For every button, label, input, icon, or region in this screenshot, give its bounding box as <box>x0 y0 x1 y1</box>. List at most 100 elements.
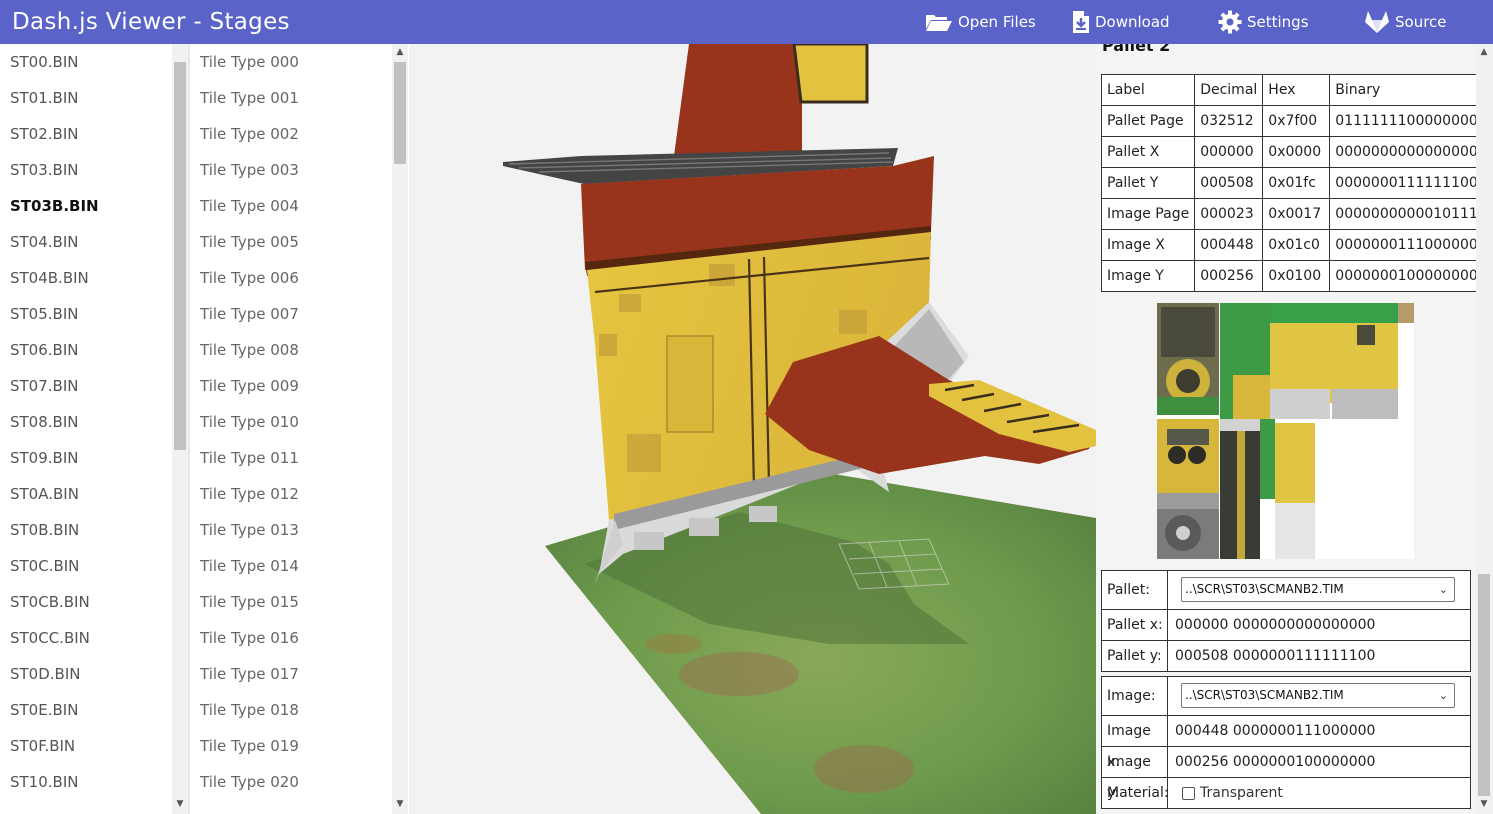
table-cell: 0x01fc <box>1262 167 1331 199</box>
file-list-item[interactable]: ST09.BIN <box>10 440 78 476</box>
transparent-checkbox[interactable] <box>1182 787 1195 800</box>
tile-type-item[interactable]: Tile Type 002 <box>200 116 299 152</box>
column-header: Decimal <box>1194 74 1264 106</box>
table-cell: 032512 <box>1194 105 1264 137</box>
tile-type-item[interactable]: Tile Type 014 <box>200 548 299 584</box>
panel-scroll-thumb[interactable] <box>1478 574 1490 796</box>
tile-list-scroll-thumb[interactable] <box>394 62 406 164</box>
file-list-item[interactable]: ST01.BIN <box>10 80 78 116</box>
image-form: Image: ..\SCR\ST03\SCMANB2.TIM ⌄ Image x… <box>1101 676 1471 809</box>
3d-viewport[interactable] <box>409 44 1096 814</box>
table-cell: 000000 <box>1194 136 1264 168</box>
file-list-item[interactable]: ST02.BIN <box>10 116 78 152</box>
pallet-x-value: 000000 0000000000000000 <box>1175 617 1376 633</box>
file-list-item[interactable]: ST0C.BIN <box>10 548 79 584</box>
file-list-item[interactable]: ST08.BIN <box>10 404 78 440</box>
scroll-down-arrow-icon[interactable]: ▼ <box>172 796 188 812</box>
image-file-select[interactable]: ..\SCR\ST03\SCMANB2.TIM ⌄ <box>1181 683 1455 708</box>
pallet-file-select[interactable]: ..\SCR\ST03\SCMANB2.TIM ⌄ <box>1181 577 1455 602</box>
open-files-button[interactable]: Open Files <box>925 0 1036 44</box>
tile-type-item[interactable]: Tile Type 019 <box>200 728 299 764</box>
table-row: Image X 000448 0x01c0 0000000111000000 <box>1100 229 1484 261</box>
gitlab-fox-icon <box>1365 11 1389 33</box>
pallet-select-row: Pallet: ..\SCR\ST03\SCMANB2.TIM ⌄ <box>1102 571 1470 609</box>
table-cell: 000256 <box>1194 260 1264 292</box>
tile-list-scrollbar[interactable]: ▲ ▼ <box>392 44 408 814</box>
tile-type-item[interactable]: Tile Type 001 <box>200 80 299 116</box>
table-cell: 0x0000 <box>1262 136 1331 168</box>
column-header: Label <box>1100 74 1196 106</box>
table-cell: 0x01c0 <box>1262 229 1331 261</box>
column-header: Hex <box>1262 74 1331 106</box>
file-list-scrollbar[interactable]: ▼ <box>172 44 188 814</box>
table-cell: Image X <box>1100 229 1196 261</box>
scroll-down-arrow-icon[interactable]: ▼ <box>392 796 408 812</box>
scroll-up-arrow-icon[interactable]: ▲ <box>1476 44 1492 60</box>
tile-type-item[interactable]: Tile Type 006 <box>200 260 299 296</box>
file-list-item[interactable]: ST0F.BIN <box>10 728 75 764</box>
tile-type-item[interactable]: Tile Type 005 <box>200 224 299 260</box>
scroll-up-arrow-icon[interactable]: ▲ <box>392 44 408 60</box>
tile-type-item[interactable]: Tile Type 015 <box>200 584 299 620</box>
material-row: Material: Transparent <box>1102 777 1470 808</box>
tile-type-item[interactable]: Tile Type 007 <box>200 296 299 332</box>
table-cell: 0000000000000000 <box>1329 136 1484 168</box>
tile-type-item[interactable]: Tile Type 020 <box>200 764 299 800</box>
tile-type-item[interactable]: Tile Type 008 <box>200 332 299 368</box>
table-row: Image Page 000023 0x0017 0000000000010111 <box>1100 198 1484 230</box>
file-list-item[interactable]: ST05.BIN <box>10 296 78 332</box>
file-list-item[interactable]: ST00.BIN <box>10 44 78 80</box>
settings-label: Settings <box>1247 13 1309 31</box>
scroll-down-arrow-icon[interactable]: ▼ <box>1476 796 1492 812</box>
table-cell: Image Y <box>1100 260 1196 292</box>
pallet-y-row: Pallet y: 000508 0000000111111100 <box>1102 640 1470 671</box>
file-list-item[interactable]: ST03.BIN <box>10 152 78 188</box>
image-x-value: 000448 0000000111000000 <box>1175 723 1376 739</box>
tile-type-item[interactable]: Tile Type 018 <box>200 692 299 728</box>
file-list-item[interactable]: ST0CC.BIN <box>10 620 90 656</box>
image-x-label: Image x: <box>1102 716 1168 770</box>
tile-type-item[interactable]: Tile Type 016 <box>200 620 299 656</box>
tile-type-item[interactable]: Tile Type 004 <box>200 188 299 224</box>
download-label: Download <box>1095 13 1170 31</box>
tile-type-item[interactable]: Tile Type 009 <box>200 368 299 404</box>
table-header-row: Label Decimal Hex Binary <box>1100 74 1484 106</box>
pallet-select-label: Pallet: <box>1102 571 1168 609</box>
table-cell: Pallet Page <box>1100 105 1196 137</box>
tile-type-item[interactable]: Tile Type 010 <box>200 404 299 440</box>
file-list-item[interactable]: ST07.BIN <box>10 368 78 404</box>
download-button[interactable]: Download <box>1072 0 1170 44</box>
file-list-scroll-thumb[interactable] <box>174 62 186 450</box>
source-button[interactable]: Source <box>1364 0 1447 44</box>
table-cell: 0x0100 <box>1262 260 1331 292</box>
pallet-x-row: Pallet x: 000000 0000000000000000 <box>1102 609 1470 640</box>
image-file-value: ..\SCR\ST03\SCMANB2.TIM <box>1185 688 1344 702</box>
table-cell: Image Page <box>1100 198 1196 230</box>
file-list-item[interactable]: ST0A.BIN <box>10 476 79 512</box>
tile-type-item[interactable]: Tile Type 013 <box>200 512 299 548</box>
table-cell: 000448 <box>1194 229 1264 261</box>
app-title: Dash.js Viewer - Stages <box>12 9 290 35</box>
file-list-item[interactable]: ST0E.BIN <box>10 692 78 728</box>
file-list-item[interactable]: ST04B.BIN <box>10 260 89 296</box>
file-download-icon <box>1073 11 1089 33</box>
file-list-item[interactable]: ST0B.BIN <box>10 512 79 548</box>
file-list-item[interactable]: ST0D.BIN <box>10 656 80 692</box>
material-label: Material: <box>1102 778 1169 808</box>
image-select-row: Image: ..\SCR\ST03\SCMANB2.TIM ⌄ <box>1102 677 1470 715</box>
panel-scrollbar[interactable]: ▲ ▼ <box>1476 44 1493 814</box>
tile-type-item[interactable]: Tile Type 000 <box>200 44 299 80</box>
file-list-item[interactable]: ST0CB.BIN <box>10 584 90 620</box>
file-list-item[interactable]: ST03B.BIN <box>10 188 99 224</box>
file-list-item[interactable]: ST04.BIN <box>10 224 78 260</box>
tile-type-item[interactable]: Tile Type 012 <box>200 476 299 512</box>
settings-button[interactable]: Settings <box>1218 0 1309 44</box>
file-list-item[interactable]: ST10.BIN <box>10 764 78 800</box>
pallet-file-value: ..\SCR\ST03\SCMANB2.TIM <box>1185 582 1344 596</box>
tile-type-item[interactable]: Tile Type 003 <box>200 152 299 188</box>
image-x-row: Image x: 000448 0000000111000000 <box>1102 715 1470 770</box>
file-list-item[interactable]: ST06.BIN <box>10 332 78 368</box>
tile-type-item[interactable]: Tile Type 011 <box>200 440 299 476</box>
image-y-value: 000256 0000000100000000 <box>1175 754 1376 770</box>
tile-type-item[interactable]: Tile Type 017 <box>200 656 299 692</box>
